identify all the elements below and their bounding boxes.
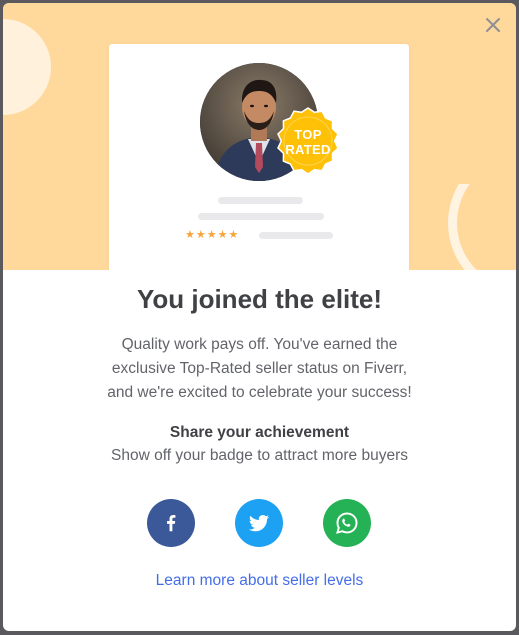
share-facebook-button[interactable] (147, 499, 195, 547)
share-title: Share your achievement (169, 424, 350, 441)
top-rated-badge: TOP RATED (272, 106, 344, 178)
share-subtitle: Show off your badge to attract more buye… (111, 447, 408, 464)
seller-card-illustration: TOP RATED ★★★★★ (109, 44, 409, 270)
description: Quality work pays off. You've earned the… (63, 333, 456, 405)
hero-banner: TOP RATED ★★★★★ (3, 3, 516, 270)
decorative-arc (448, 184, 516, 270)
achievement-modal: TOP RATED ★★★★★ You joined the elite! Qu… (3, 3, 516, 631)
description-line: and we're excited to celebrate your succ… (107, 384, 412, 401)
close-icon (486, 18, 500, 32)
placeholder-line (218, 197, 303, 204)
description-line: exclusive Top-Rated seller status on Fiv… (111, 360, 408, 377)
close-button[interactable] (483, 15, 503, 35)
decorative-circle (3, 19, 51, 115)
description-line: Quality work pays off. You've earned the (121, 336, 398, 353)
share-whatsapp-button[interactable] (323, 499, 371, 547)
badge-line-rated: RATED (285, 142, 331, 157)
badge-line-top: TOP (294, 127, 322, 142)
learn-more-link[interactable]: Learn more about seller levels (3, 572, 516, 590)
twitter-icon (249, 515, 269, 532)
whatsapp-icon (336, 512, 358, 534)
placeholder-line (198, 213, 324, 220)
facebook-icon (167, 515, 176, 532)
page-title: You joined the elite! (136, 284, 383, 314)
placeholder-line (259, 232, 333, 239)
share-twitter-button[interactable] (235, 499, 283, 547)
rating-stars: ★★★★★ (185, 229, 240, 241)
